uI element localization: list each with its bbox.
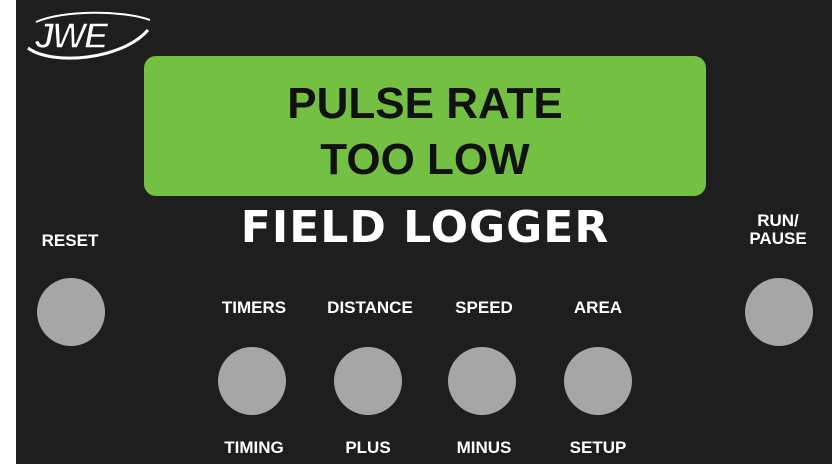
timing-label: TIMING [224, 438, 284, 457]
area-label: AREA [573, 298, 623, 317]
run-pause-button[interactable] [745, 278, 813, 346]
device-panel: JWE PULSE RATE TOO LOW FIELD LOGGER RESE… [16, 0, 832, 464]
run-pause-label-line-2: PAUSE [749, 229, 807, 248]
speed-label: SPEED [455, 298, 513, 317]
speed-minus-button[interactable] [448, 347, 516, 415]
lcd-display: PULSE RATE TOO LOW [144, 56, 706, 196]
minus-label: MINUS [456, 438, 512, 457]
timers-label: TIMERS [221, 298, 287, 317]
setup-label: SETUP [569, 438, 627, 457]
plus-label: PLUS [345, 438, 391, 457]
area-setup-button[interactable] [564, 347, 632, 415]
reset-button[interactable] [37, 278, 105, 346]
display-line-2: TOO LOW [320, 135, 530, 184]
timers-timing-button[interactable] [218, 347, 286, 415]
distance-plus-button[interactable] [334, 347, 402, 415]
logo-text: JWE [34, 15, 109, 56]
run-pause-label-line-1: RUN/ [757, 211, 799, 230]
device-title: FIELD LOGGER [240, 202, 610, 253]
jwe-logo: JWE [27, 11, 151, 60]
distance-label: DISTANCE [327, 298, 413, 317]
reset-label: RESET [41, 231, 99, 250]
display-line-1: PULSE RATE [287, 79, 563, 128]
